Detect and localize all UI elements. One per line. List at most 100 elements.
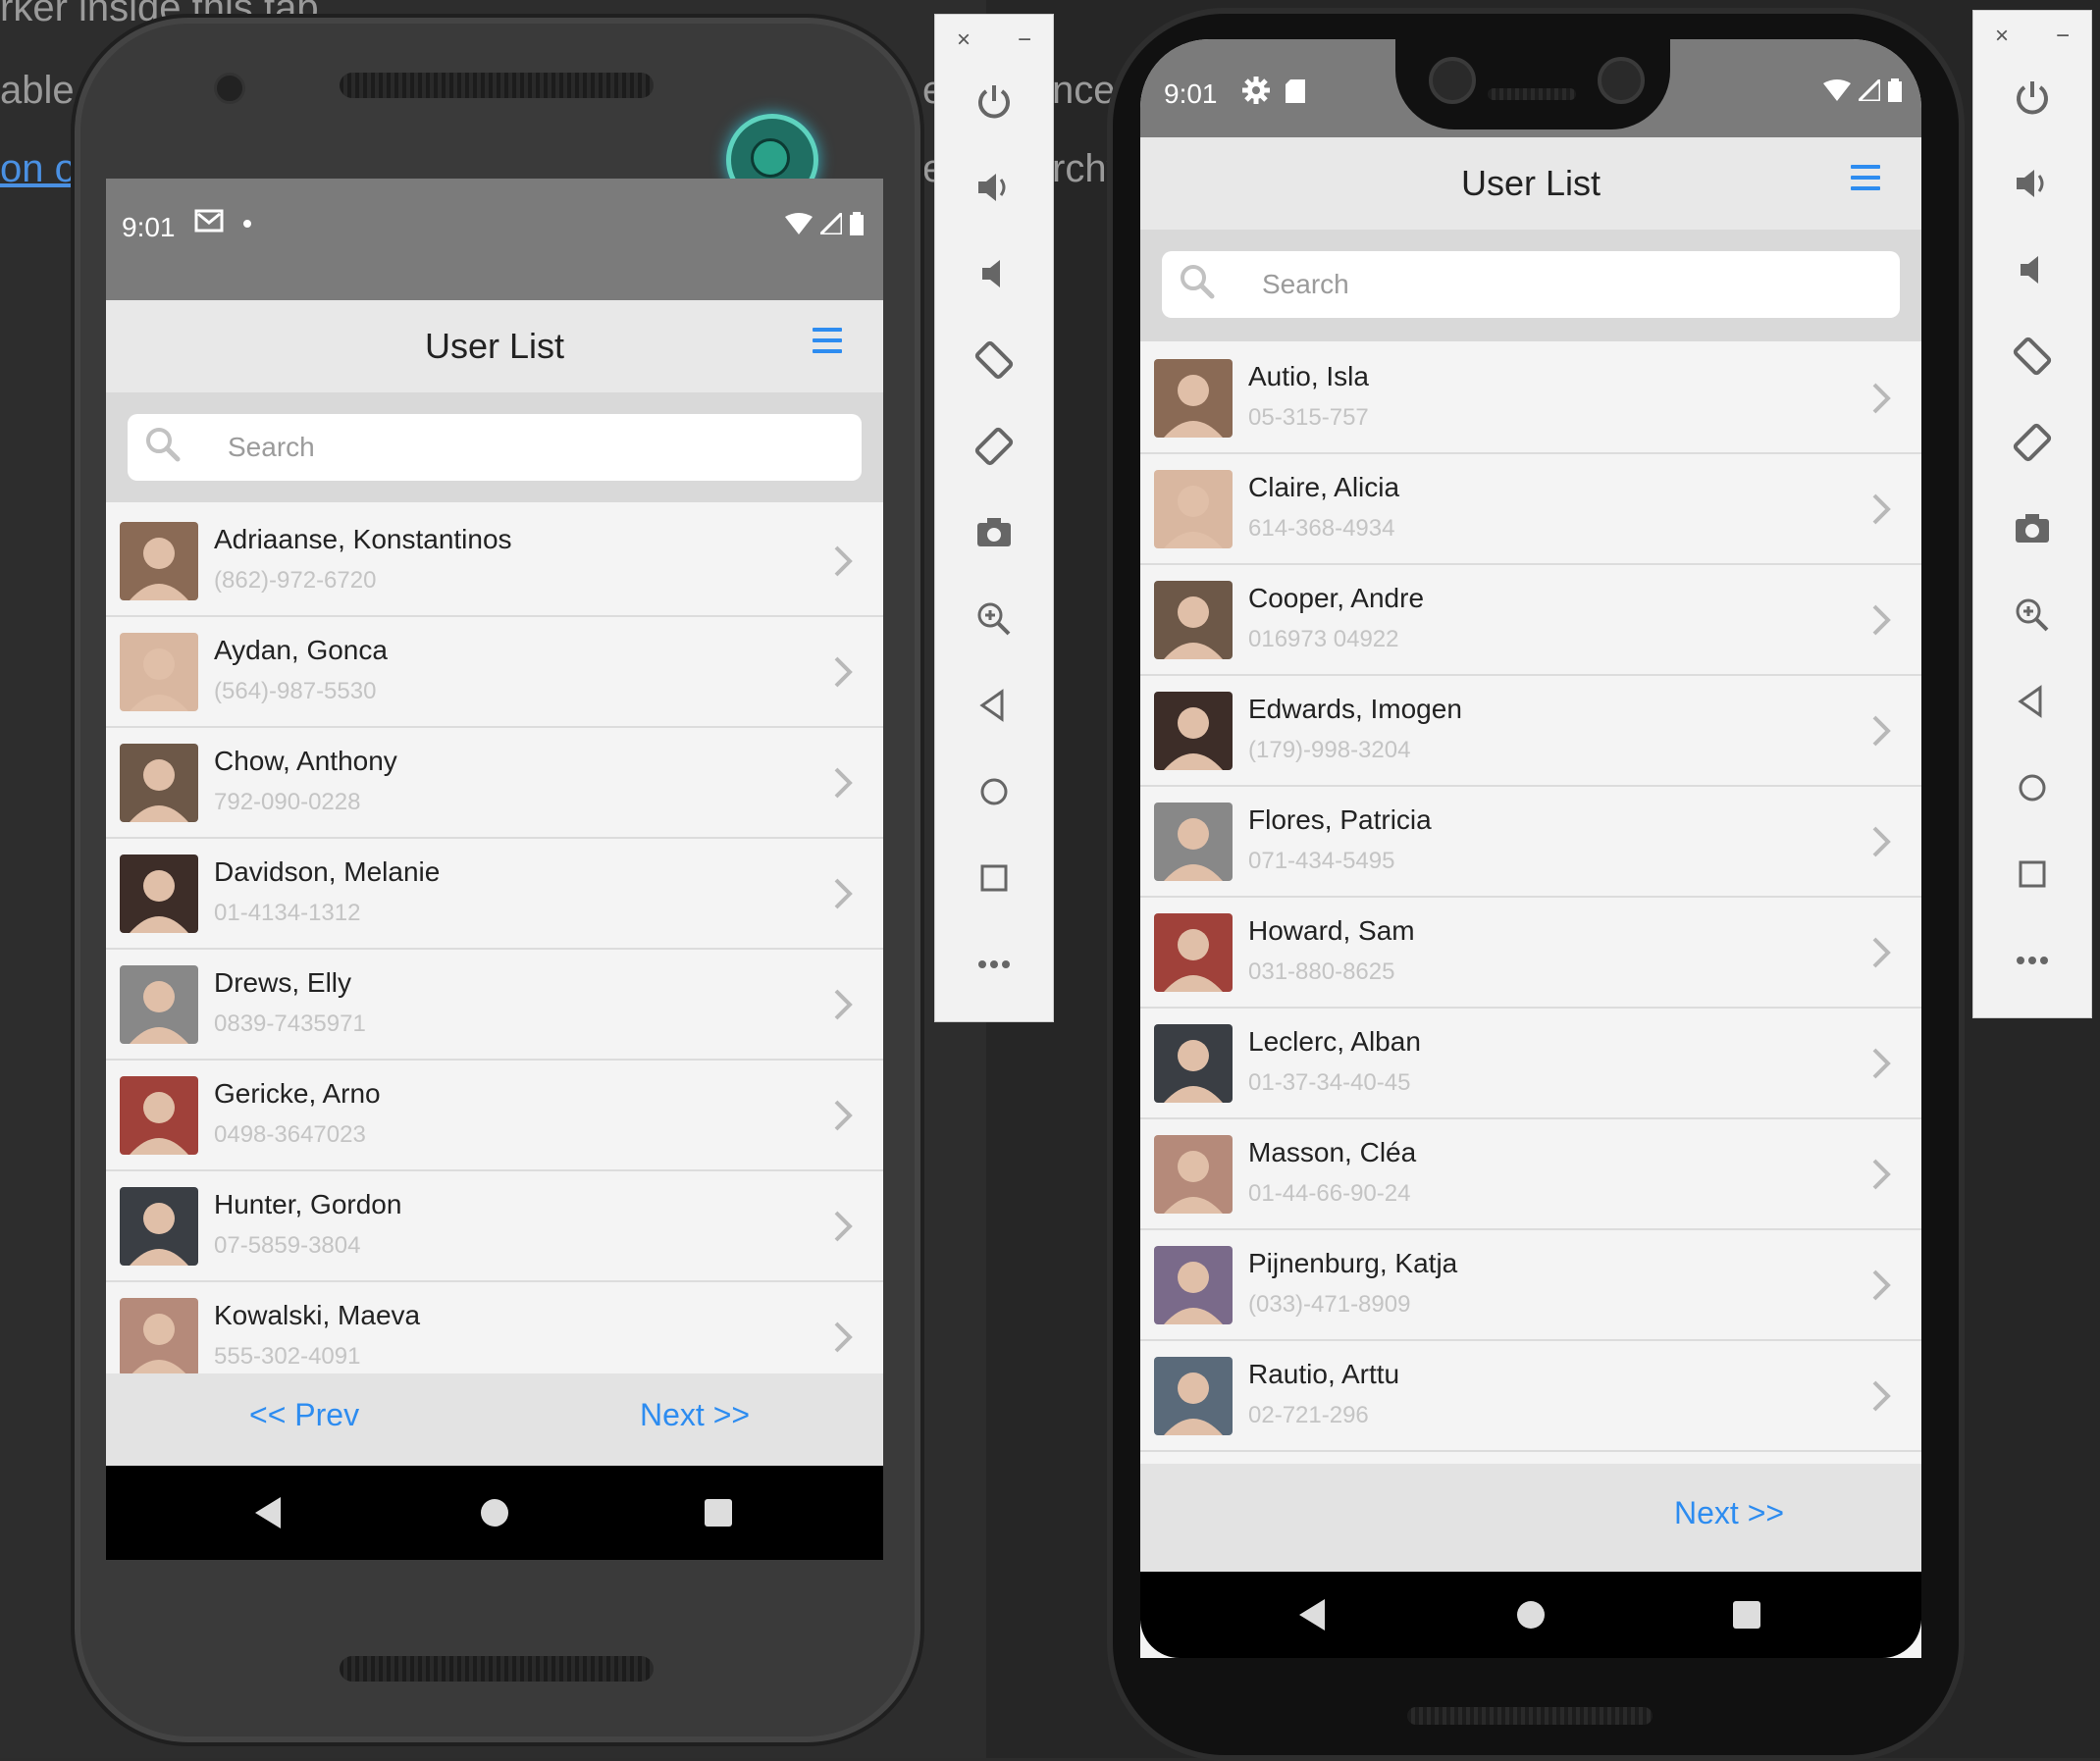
volume-up-icon[interactable] bbox=[1973, 140, 2091, 227]
user-name: Claire, Alicia bbox=[1248, 472, 1400, 502]
nav-home-icon[interactable] bbox=[481, 1499, 508, 1527]
minimize-icon[interactable]: − bbox=[1018, 26, 1031, 54]
list-item[interactable]: Howard, Sam 031-880-8625 bbox=[1140, 898, 1921, 1009]
zoom-icon[interactable] bbox=[1973, 572, 2091, 658]
search-icon bbox=[1178, 262, 1223, 307]
rotate-right-icon[interactable] bbox=[1973, 399, 2091, 486]
avatar bbox=[120, 1298, 198, 1376]
list-item[interactable]: Edwards, Imogen (179)-998-3204 bbox=[1140, 676, 1921, 787]
avatar bbox=[1154, 913, 1233, 992]
user-name: Autio, Isla bbox=[1248, 361, 1369, 391]
record-icon bbox=[751, 138, 790, 178]
list-item[interactable]: Pijnenburg, Katja (033)-471-8909 bbox=[1140, 1230, 1921, 1341]
minimize-icon[interactable]: − bbox=[2056, 23, 2070, 50]
user-phone: 07-5859-3804 bbox=[214, 1232, 361, 1259]
list-item[interactable]: Flores, Patricia 071-434-5495 bbox=[1140, 787, 1921, 898]
power-icon[interactable] bbox=[935, 58, 1053, 144]
chevron-right-icon bbox=[1872, 715, 1891, 747]
user-phone: 614-368-4934 bbox=[1248, 515, 1395, 542]
avatar bbox=[120, 633, 198, 711]
hamburger-icon[interactable] bbox=[1851, 165, 1880, 198]
zoom-icon[interactable] bbox=[935, 576, 1053, 662]
back-icon[interactable] bbox=[1973, 658, 2091, 745]
rotate-right-icon[interactable] bbox=[935, 403, 1053, 490]
list-item[interactable]: Adriaanse, Konstantinos (862)-972-6720 bbox=[106, 506, 883, 617]
user-phone: 0839-7435971 bbox=[214, 1010, 366, 1037]
more-icon[interactable] bbox=[1973, 917, 2091, 1004]
list-item[interactable]: Leclerc, Alban 01-37-34-40-45 bbox=[1140, 1009, 1921, 1119]
user-phone: 071-434-5495 bbox=[1248, 848, 1395, 874]
status-bar: 9:01 bbox=[106, 179, 883, 300]
avatar bbox=[1154, 1357, 1233, 1435]
mail-icon bbox=[194, 208, 224, 240]
list-item[interactable]: Gericke, Arno 0498-3647023 bbox=[106, 1061, 883, 1171]
rotate-left-icon[interactable] bbox=[935, 317, 1053, 403]
app-header: User List bbox=[1140, 137, 1921, 230]
close-icon[interactable]: × bbox=[957, 26, 971, 54]
overview-icon[interactable] bbox=[1973, 831, 2091, 917]
emulator-toolbar-left: × − bbox=[934, 14, 1054, 1022]
user-name: Rautio, Arttu bbox=[1248, 1359, 1400, 1389]
speaker-grille bbox=[1407, 1707, 1653, 1725]
avatar bbox=[1154, 1024, 1233, 1103]
list-item[interactable]: Chow, Anthony 792-090-0228 bbox=[106, 728, 883, 839]
user-phone: 031-880-8625 bbox=[1248, 958, 1395, 985]
avatar bbox=[1154, 470, 1233, 548]
pagination-footer: << Prev Next >> bbox=[106, 1373, 883, 1466]
dot-icon bbox=[243, 220, 251, 228]
next-button[interactable]: Next >> bbox=[640, 1397, 750, 1433]
home-icon[interactable] bbox=[1973, 745, 2091, 831]
status-time: 9:01 bbox=[122, 212, 176, 242]
avatar bbox=[120, 744, 198, 822]
sd-card-icon bbox=[1286, 78, 1305, 110]
page-title: User List bbox=[424, 326, 565, 366]
volume-down-icon[interactable] bbox=[1973, 227, 2091, 313]
home-icon[interactable] bbox=[935, 749, 1053, 835]
power-icon[interactable] bbox=[1973, 54, 2091, 140]
more-icon[interactable] bbox=[935, 921, 1053, 1008]
user-phone: 555-302-4091 bbox=[214, 1343, 361, 1370]
rotate-left-icon[interactable] bbox=[1973, 313, 2091, 399]
battery-icon bbox=[850, 212, 864, 235]
nav-recents-icon[interactable] bbox=[1733, 1601, 1760, 1629]
list-item[interactable]: Aydan, Gonca (564)-987-5530 bbox=[106, 617, 883, 728]
nav-recents-icon[interactable] bbox=[705, 1499, 732, 1527]
chevron-right-icon bbox=[834, 878, 853, 909]
editor-link[interactable]: on o bbox=[0, 147, 77, 191]
search-input[interactable]: Search bbox=[1162, 251, 1900, 318]
camera-icon[interactable] bbox=[935, 490, 1053, 576]
list-item[interactable]: Rautio, Arttu 02-721-296 bbox=[1140, 1341, 1921, 1452]
battery-icon bbox=[1888, 78, 1902, 102]
overview-icon[interactable] bbox=[935, 835, 1053, 921]
avatar bbox=[120, 1076, 198, 1155]
list-item[interactable]: Hunter, Gordon 07-5859-3804 bbox=[106, 1171, 883, 1282]
wifi-icon bbox=[785, 213, 813, 234]
speaker-grille bbox=[340, 1656, 654, 1682]
chevron-right-icon bbox=[1872, 383, 1891, 414]
prev-button[interactable]: << Prev bbox=[249, 1397, 359, 1433]
list-item[interactable]: Claire, Alicia 614-368-4934 bbox=[1140, 454, 1921, 565]
nav-back-icon[interactable] bbox=[255, 1497, 281, 1528]
list-item[interactable]: Cooper, Andre 016973 04922 bbox=[1140, 565, 1921, 676]
status-bar: 9:01 bbox=[1140, 39, 1921, 137]
next-button[interactable]: Next >> bbox=[1674, 1495, 1784, 1531]
list-item[interactable]: Masson, Cléa 01-44-66-90-24 bbox=[1140, 1119, 1921, 1230]
nav-back-icon[interactable] bbox=[1299, 1599, 1325, 1631]
list-item[interactable]: Drews, Elly 0839-7435971 bbox=[106, 950, 883, 1061]
user-phone: (564)-987-5530 bbox=[214, 678, 377, 704]
camera-icon[interactable] bbox=[1973, 486, 2091, 572]
list-item[interactable]: Davidson, Melanie 01-4134-1312 bbox=[106, 839, 883, 950]
user-name: Hunter, Gordon bbox=[214, 1189, 402, 1219]
close-icon[interactable]: × bbox=[1995, 23, 2009, 50]
front-camera bbox=[214, 73, 245, 104]
volume-up-icon[interactable] bbox=[935, 144, 1053, 231]
list-item[interactable]: Autio, Isla 05-315-757 bbox=[1140, 343, 1921, 454]
user-phone: 792-090-0228 bbox=[214, 789, 361, 815]
nav-home-icon[interactable] bbox=[1517, 1601, 1545, 1629]
hamburger-icon[interactable] bbox=[813, 328, 842, 361]
avatar bbox=[1154, 803, 1233, 881]
search-input[interactable]: Search bbox=[128, 414, 862, 481]
volume-down-icon[interactable] bbox=[935, 231, 1053, 317]
back-icon[interactable] bbox=[935, 662, 1053, 749]
avatar bbox=[1154, 359, 1233, 438]
